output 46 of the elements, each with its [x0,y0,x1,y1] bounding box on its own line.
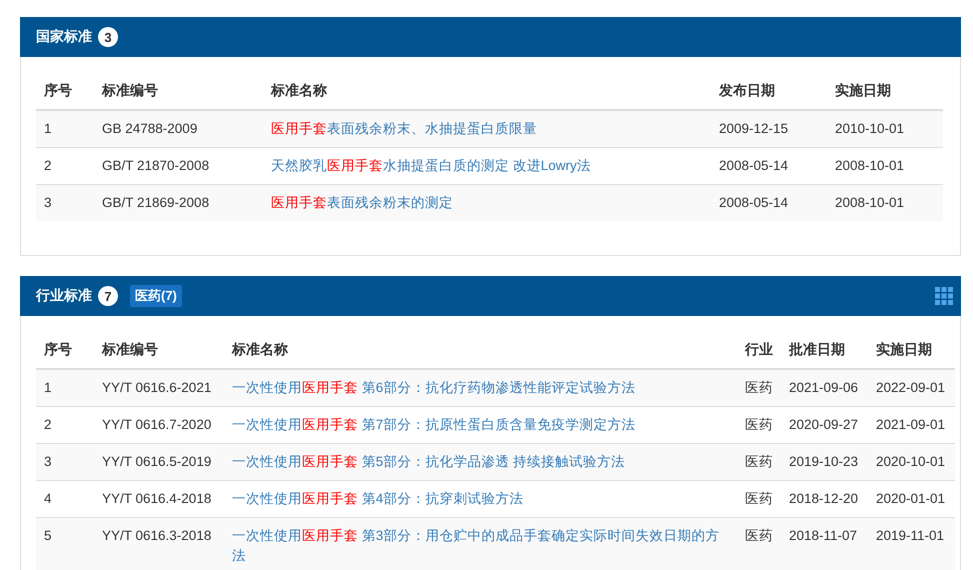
table-cell: 2018-11-07 [789,528,858,543]
panel-title: 行业标准 [36,287,92,305]
table-cell: 5 [44,528,52,543]
table-cell: 医药 [745,528,773,543]
category-tag[interactable]: 医药(7) [130,285,182,307]
table-cell: YY/T 0616.5-2019 [102,454,212,469]
table-cell: 3 [44,454,52,469]
table-cell: 2010-10-01 [835,121,904,136]
table-cell: YY/T 0616.7-2020 [102,417,212,432]
table-cell: GB 24788-2009 [102,121,198,136]
table-cell: 2 [44,158,52,173]
count-badge: 7 [98,286,118,306]
standard-link[interactable]: 一次性使用医用手套 第7部分：抗原性蛋白质含量免疫学测定方法 [232,415,636,435]
standard-link[interactable]: 一次性使用医用手套 第4部分：抗穿刺试验方法 [232,489,524,509]
table-cell: GB/T 21870-2008 [102,158,210,173]
table-cell: 2 [44,417,52,432]
table-cell: GB/T 21869-2008 [102,195,210,210]
table-cell: 2020-01-01 [876,491,946,506]
table-cell: 2008-05-14 [719,195,788,210]
table-cell: 2022-09-01 [876,380,946,395]
table-cell: 医药 [745,380,773,395]
table-cell: YY/T 0616.3-2018 [102,528,212,543]
table-cell: 2020-09-27 [789,417,858,432]
table-cell: YY/T 0616.4-2018 [102,491,212,506]
table-cell: 医药 [745,454,773,469]
panel-title: 国家标准 [36,28,92,46]
table-cell: YY/T 0616.6-2021 [102,380,212,395]
table-cell: 1 [44,380,52,395]
grid-icon[interactable] [935,287,953,305]
table-cell: 2021-09-01 [876,417,946,432]
table-cell: 2009-12-15 [719,121,788,136]
table-cell: 2020-10-01 [876,454,946,469]
table-cell: 2008-05-14 [719,158,788,173]
table-cell: 医药 [745,417,773,432]
standard-link[interactable]: 天然胶乳医用手套水抽提蛋白质的测定 改进Lowry法 [271,156,591,176]
table-cell: 2019-10-23 [789,454,858,469]
table-cell: 4 [44,491,52,506]
table-cell: 1 [44,121,52,136]
table-cell: 2008-10-01 [835,158,904,173]
table-cell: 医药 [745,491,773,506]
table-cell: 2019-11-01 [876,528,944,543]
count-badge: 3 [98,27,118,47]
table-cell: 3 [44,195,52,210]
table-cell: 2008-10-01 [835,195,904,210]
table-cell: 2018-12-20 [789,491,858,506]
table-cell: 2021-09-06 [789,380,858,395]
